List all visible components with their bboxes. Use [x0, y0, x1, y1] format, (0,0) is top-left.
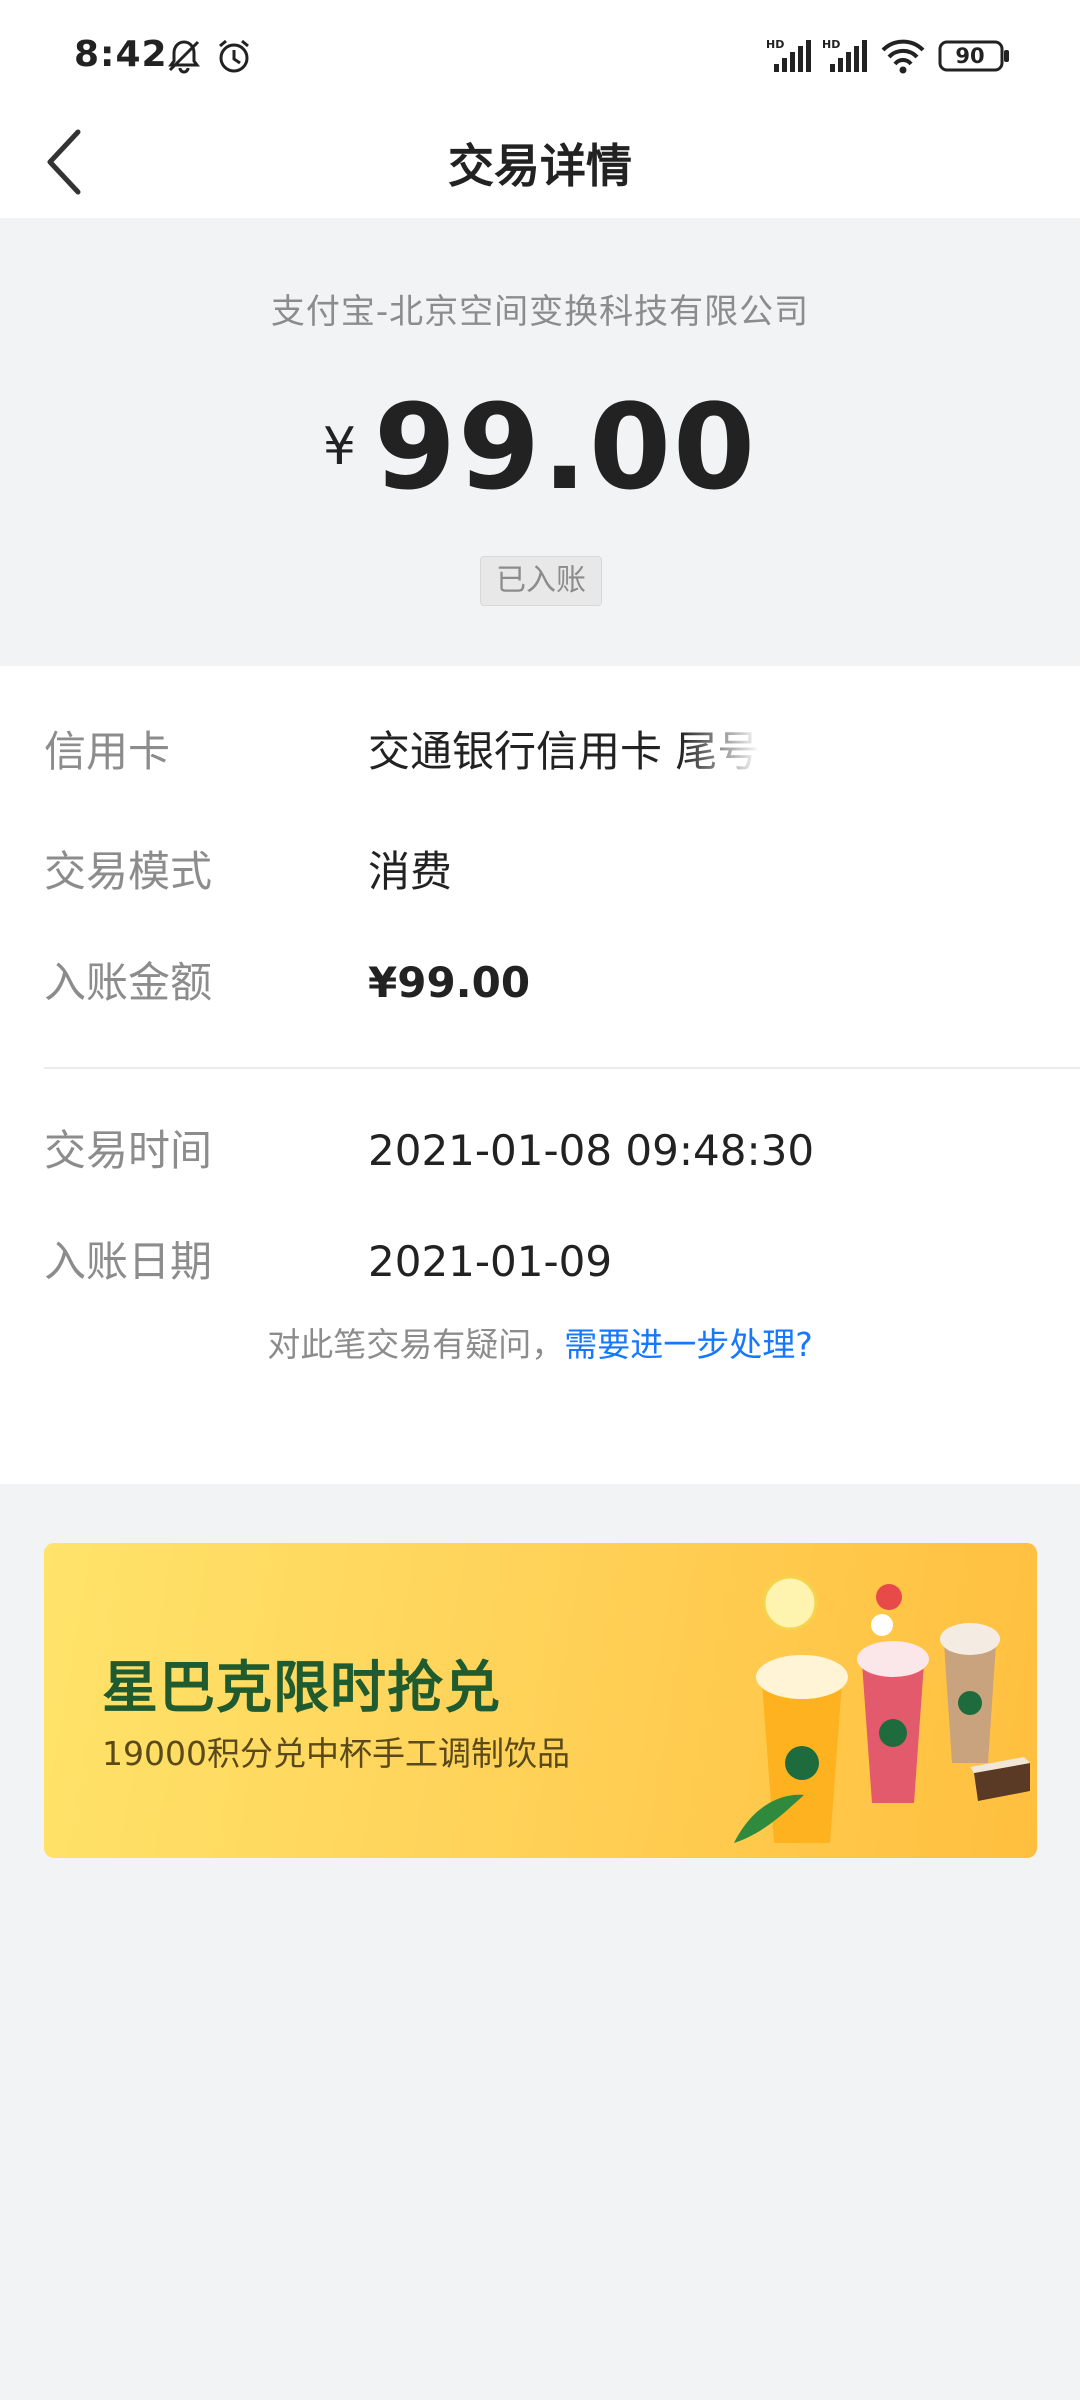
status-bar: 8:42 HD HD 90: [0, 0, 1080, 110]
detail-value: 消费: [368, 847, 453, 896]
detail-label: 交易模式: [44, 847, 213, 896]
transaction-summary: 支付宝-北京空间变换科技有限公司 ¥99.00 已入账: [0, 218, 1080, 666]
detail-label: 交易时间: [44, 1126, 213, 1175]
app-header: 交易详情: [0, 110, 1080, 218]
svg-text:HD: HD: [766, 38, 784, 51]
detail-row-card: 信用卡 交通银行信用卡 尾号: [0, 717, 1080, 787]
drinks-illustration: [734, 1575, 1030, 1843]
dispute-link[interactable]: 需要进一步处理?: [564, 1325, 813, 1364]
detail-row-posting-date: 入账日期 2021-01-09: [0, 1227, 1080, 1297]
currency-symbol: ¥: [322, 417, 356, 477]
detail-value: 2021-01-09: [368, 1237, 613, 1286]
status-time: 8:42: [74, 34, 168, 75]
detail-label: 入账日期: [44, 1237, 213, 1286]
detail-row-posted-amount: 入账金额 ¥99.00: [0, 948, 1080, 1018]
dispute-line: 对此笔交易有疑问，需要进一步处理?: [0, 1318, 1080, 1366]
detail-label: 信用卡: [44, 727, 171, 776]
transaction-amount: 99.00: [373, 378, 758, 516]
battery-level: 90: [955, 44, 985, 68]
page-title: 交易详情: [448, 139, 632, 193]
detail-row-transaction-time: 交易时间 2021-01-08 09:48:30: [0, 1116, 1080, 1186]
bell-off-icon: [168, 40, 200, 74]
status-badge: 已入账: [480, 556, 602, 606]
divider: [44, 1067, 1080, 1069]
detail-value: 2021-01-08 09:48:30: [368, 1126, 815, 1175]
amount-row: ¥99.00: [0, 378, 1080, 516]
masked-overlay: [680, 717, 760, 787]
promo-banner[interactable]: 星巴克限时抢兑 19000积分兑中杯手工调制饮品: [44, 1543, 1037, 1858]
wifi-icon: [881, 39, 925, 74]
detail-row-mode: 交易模式 消费: [0, 837, 1080, 907]
banner-subtitle: 19000积分兑中杯手工调制饮品: [102, 1734, 570, 1773]
signal-hd-icon: HD: [766, 38, 811, 72]
detail-value: ¥99.00: [368, 958, 531, 1007]
battery-indicator: 90: [938, 40, 1010, 72]
dispute-text: 对此笔交易有疑问，: [267, 1325, 565, 1364]
detail-label: 入账金额: [44, 958, 213, 1007]
signal-hd-icon: HD: [822, 38, 867, 72]
alarm-icon: [219, 39, 249, 73]
banner-title: 星巴克限时抢兑: [102, 1656, 501, 1721]
svg-text:HD: HD: [822, 38, 840, 51]
merchant-name: 支付宝-北京空间变换科技有限公司: [270, 292, 810, 332]
